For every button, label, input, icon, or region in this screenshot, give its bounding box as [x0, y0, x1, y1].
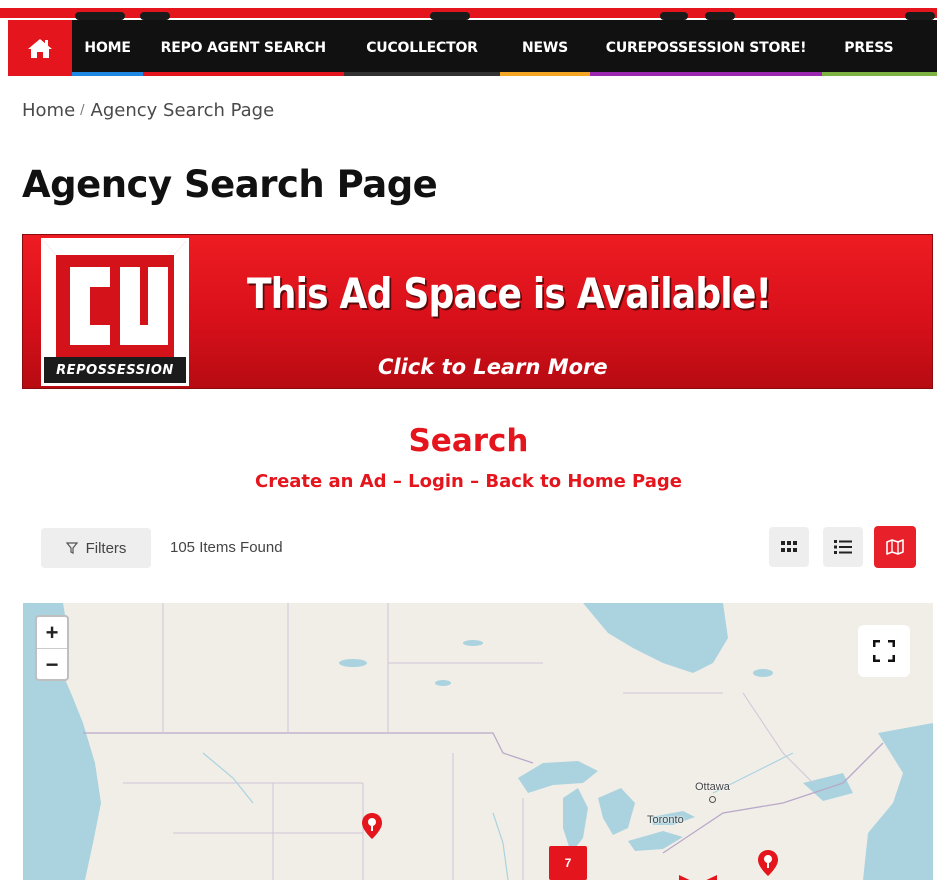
link-separator: – — [463, 471, 486, 492]
nav-item-label: PRESS — [844, 40, 894, 56]
nav-item-home[interactable]: HOME — [72, 20, 143, 76]
cu-repossession-logo: REPOSSESSION — [41, 238, 189, 386]
map-city-label: Ottawa — [695, 781, 730, 793]
grid-view-button[interactable] — [769, 527, 809, 567]
banner-headline: This Ad Space is Available! — [247, 269, 772, 318]
filters-label: Filters — [85, 539, 127, 557]
logo-subtext: REPOSSESSION — [44, 357, 186, 383]
filter-icon — [65, 542, 78, 554]
nav-item-repo-agent-search[interactable]: REPO AGENT SEARCH — [142, 20, 344, 76]
home-button[interactable] — [8, 20, 73, 76]
map-icon — [886, 539, 904, 555]
capital-marker-icon — [709, 796, 716, 803]
breadcrumb: Home / Agency Search Page — [22, 100, 274, 121]
nav-underline — [589, 72, 823, 76]
grid-icon — [781, 541, 797, 552]
ad-banner[interactable]: REPOSSESSION This Ad Space is Available!… — [22, 234, 933, 389]
filters-button[interactable]: Filters — [41, 528, 151, 568]
nav-underline — [142, 72, 344, 76]
main-navigation: HOME REPO AGENT SEARCH CUCOLLECTOR NEWS … — [8, 20, 937, 76]
nav-item-cucollector[interactable]: CUCOLLECTOR — [343, 20, 501, 76]
items-found-count: 105 Items Found — [170, 539, 283, 556]
nav-underline — [343, 72, 501, 76]
map-city-label: Toronto — [647, 814, 684, 826]
map-pin-marker[interactable] — [361, 812, 383, 845]
back-to-home-link[interactable]: Back to Home Page — [485, 471, 682, 492]
login-link[interactable]: Login — [408, 471, 464, 492]
cluster-count: 7 — [564, 856, 572, 870]
map-view-button[interactable] — [874, 526, 916, 568]
map-tiles — [23, 603, 933, 880]
map-cluster-marker[interactable] — [679, 871, 717, 880]
home-icon — [28, 39, 53, 58]
list-view-button[interactable] — [823, 527, 863, 567]
nav-item-label: CUREPOSSESSION STORE! — [605, 40, 807, 56]
decorative-blob — [705, 12, 735, 20]
zoom-in-button[interactable]: + — [37, 617, 67, 649]
decorative-blob — [660, 12, 688, 20]
nav-underline — [72, 72, 143, 76]
link-separator: – — [386, 471, 409, 492]
breadcrumb-separator: / — [80, 103, 85, 118]
map-zoom-control: + − — [35, 615, 69, 681]
page-title: Agency Search Page — [22, 163, 438, 206]
fullscreen-button[interactable] — [858, 625, 910, 677]
map-pin-icon — [758, 850, 778, 876]
nav-item-news[interactable]: NEWS — [500, 20, 590, 76]
decorative-blob — [75, 12, 125, 20]
fullscreen-icon — [873, 640, 895, 662]
results-map[interactable]: + − Ottawa Toronto 7 — [23, 603, 933, 880]
nav-item-store[interactable]: CUREPOSSESSION STORE! — [589, 20, 823, 76]
breadcrumb-current: Agency Search Page — [90, 100, 275, 121]
map-pin-marker[interactable] — [757, 849, 779, 880]
map-cluster-marker[interactable]: 7 — [549, 846, 587, 880]
nav-item-label: NEWS — [521, 40, 568, 56]
decorative-blob — [905, 12, 935, 20]
search-links: Create an Ad – Login – Back to Home Page — [0, 471, 937, 492]
breadcrumb-home-link[interactable]: Home — [22, 100, 75, 121]
nav-item-label: HOME — [84, 40, 131, 56]
decorative-blob — [430, 12, 470, 20]
create-ad-link[interactable]: Create an Ad — [255, 471, 387, 492]
nav-item-label: CUCOLLECTOR — [366, 40, 478, 56]
top-decorative-strip — [0, 0, 937, 22]
nav-item-label: REPO AGENT SEARCH — [160, 40, 326, 56]
list-icon — [834, 540, 852, 554]
cluster-icon — [679, 875, 717, 880]
nav-underline — [500, 72, 590, 76]
map-pin-icon — [362, 813, 382, 839]
search-heading: Search — [408, 423, 529, 459]
nav-underline — [822, 72, 937, 76]
decorative-blob — [140, 12, 170, 20]
zoom-out-button[interactable]: − — [37, 649, 67, 680]
nav-item-press[interactable]: PRESS — [822, 20, 937, 76]
banner-cta-link[interactable]: Click to Learn More — [378, 355, 608, 379]
